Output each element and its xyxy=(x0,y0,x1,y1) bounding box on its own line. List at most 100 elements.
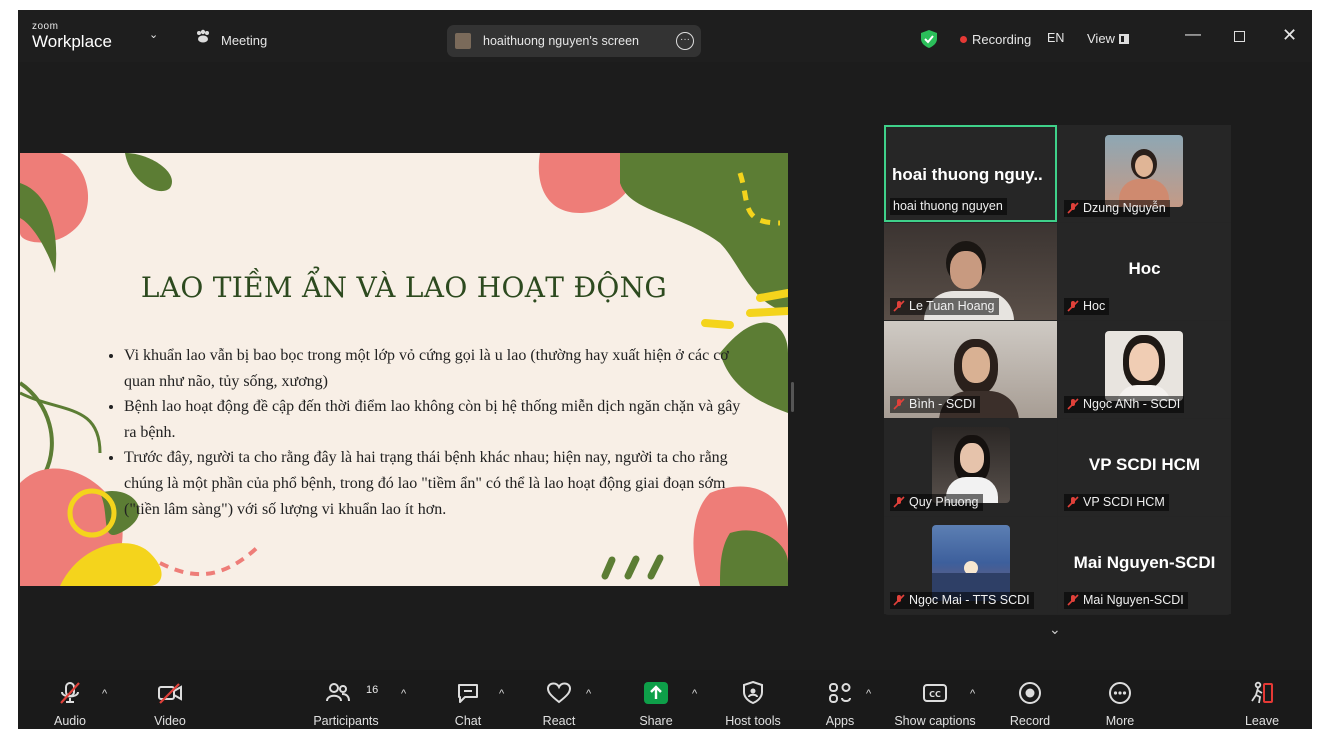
participant-name-label: Ngọc Mai - TTS SCDI xyxy=(890,592,1034,609)
participant-name-label: Bình - SCDI xyxy=(890,396,980,413)
participant-name-label: Dzung Nguyễn xyxy=(1064,200,1170,217)
participant-video xyxy=(1105,331,1183,401)
participant-namecard: VP SCDI HCM xyxy=(1088,455,1201,474)
participant-video xyxy=(1105,135,1183,207)
gallery-next-page-icon[interactable]: ⌄ xyxy=(1049,621,1061,638)
react-options-caret-icon[interactable]: ^ xyxy=(586,688,591,700)
mic-muted-icon xyxy=(60,682,80,704)
zoom-logo: zoom Workplace xyxy=(32,22,112,52)
participant-name: Bình - SCDI xyxy=(909,397,976,411)
participants-icon xyxy=(326,683,350,702)
share-screen-icon xyxy=(644,682,668,704)
audio-button[interactable]: Audio xyxy=(48,670,92,729)
maximize-icon[interactable] xyxy=(1234,31,1245,42)
mic-muted-icon xyxy=(893,594,905,606)
minimize-icon[interactable]: — xyxy=(1185,26,1201,44)
participant-gallery: hoai thuong nguy.. hoai thuong nguyen Dz… xyxy=(884,125,1231,615)
record-button[interactable]: Record xyxy=(1008,670,1052,729)
participant-namecard: Hoc xyxy=(1128,259,1161,278)
participant-tile[interactable]: Dzung Nguyễn xyxy=(1058,125,1231,222)
participant-name-label: Ngọc ANh - SCDI xyxy=(1064,396,1185,413)
screen-share-pill[interactable]: hoaithuong nguyen's screen ··· xyxy=(447,25,701,57)
chat-options-caret-icon[interactable]: ^ xyxy=(499,688,504,700)
mic-muted-icon xyxy=(1067,496,1079,508)
participant-name: Quy Phuong xyxy=(909,495,979,509)
participant-tile[interactable]: Ngọc ANh - SCDI xyxy=(1058,321,1231,418)
more-icon xyxy=(1109,682,1131,704)
participant-name-label: VP SCDI HCM xyxy=(1064,494,1169,511)
mic-muted-icon xyxy=(1067,202,1079,214)
panel-resize-handle[interactable] xyxy=(791,382,794,412)
chat-label: Chat xyxy=(454,714,482,728)
audio-options-caret-icon[interactable]: ^ xyxy=(102,688,107,700)
apps-options-caret-icon[interactable]: ^ xyxy=(866,688,871,700)
participant-name-label: hoai thuong nguyen xyxy=(890,198,1007,215)
participant-name-label: Quy Phuong xyxy=(890,494,983,511)
mic-muted-icon xyxy=(1067,300,1079,312)
participant-name: Dzung Nguyễn xyxy=(1083,201,1166,215)
participant-tile[interactable]: hoai thuong nguy.. hoai thuong nguyen xyxy=(884,125,1057,222)
participant-tile[interactable]: Hoc Hoc xyxy=(1058,223,1231,320)
participant-namecard: hoai thuong nguy.. xyxy=(892,165,1043,184)
participant-name-label: Hoc xyxy=(1064,298,1110,315)
captions-options-caret-icon[interactable]: ^ xyxy=(970,688,975,700)
host-tools-shield-icon xyxy=(743,681,763,705)
participant-name-label: Le Tuan Hoang xyxy=(890,298,999,315)
participant-name: Ngọc Mai - TTS SCDI xyxy=(909,593,1030,607)
show-captions-label: Show captions xyxy=(894,714,976,728)
mic-muted-icon xyxy=(1067,594,1079,606)
close-icon[interactable]: ✕ xyxy=(1282,25,1297,46)
participant-tile[interactable]: Mai Nguyen-SCDI Mai Nguyen-SCDI xyxy=(1058,517,1231,614)
slide-bullet-list: Vi khuẩn lao vẫn bị bao bọc trong một lớ… xyxy=(106,343,744,522)
apps-icon xyxy=(829,683,851,703)
recording-dot-icon xyxy=(960,36,967,43)
chevron-down-icon[interactable]: ⌄ xyxy=(149,28,158,41)
recording-label[interactable]: Recording xyxy=(972,32,1031,47)
meeting-icon[interactable] xyxy=(195,29,209,43)
logo-big-text: Workplace xyxy=(32,32,112,51)
participant-name: Hoc xyxy=(1083,299,1106,313)
leave-label: Leave xyxy=(1244,714,1280,728)
language-label[interactable]: EN xyxy=(1047,31,1064,45)
slide-bullet: Trước đây, người ta cho rằng đây là hai … xyxy=(124,445,744,522)
meeting-label[interactable]: Meeting xyxy=(221,33,267,48)
react-button[interactable]: React xyxy=(537,670,581,729)
participant-name-label: Mai Nguyen-SCDI xyxy=(1064,592,1188,609)
react-label: React xyxy=(542,714,576,728)
participant-tile[interactable]: Ngọc Mai - TTS SCDI xyxy=(884,517,1057,614)
apps-button[interactable]: Apps xyxy=(818,670,862,729)
more-options-icon[interactable]: ··· xyxy=(676,32,694,50)
share-options-caret-icon[interactable]: ^ xyxy=(692,688,697,700)
chat-button[interactable]: Chat xyxy=(446,670,490,729)
participant-tile[interactable]: VP SCDI HCM VP SCDI HCM xyxy=(1058,419,1231,516)
participant-namecard: Mai Nguyen-SCDI xyxy=(1073,553,1216,572)
mic-muted-icon xyxy=(893,300,905,312)
shield-check-icon[interactable] xyxy=(921,30,937,48)
participant-video xyxy=(932,427,1010,503)
logo-small-text: zoom xyxy=(32,21,59,32)
more-button[interactable]: More xyxy=(1098,670,1142,729)
participant-tile[interactable]: Bình - SCDI xyxy=(884,321,1057,418)
presenter-avatar xyxy=(455,33,471,49)
share-button[interactable]: Share xyxy=(634,670,678,729)
video-button[interactable]: Video xyxy=(148,670,192,729)
view-label: View xyxy=(1087,31,1115,46)
participant-tile[interactable]: Le Tuan Hoang xyxy=(884,223,1057,320)
participant-name: Le Tuan Hoang xyxy=(909,299,995,313)
audio-label: Audio xyxy=(54,714,86,728)
participants-options-caret-icon[interactable]: ^ xyxy=(401,688,406,700)
participant-name: VP SCDI HCM xyxy=(1083,495,1165,509)
leave-button[interactable]: Leave xyxy=(1240,670,1284,729)
video-label: Video xyxy=(154,714,186,728)
svg-text:CC: CC xyxy=(929,690,941,699)
participants-count: 16 xyxy=(366,684,379,696)
view-button[interactable]: View xyxy=(1087,31,1129,46)
heart-icon xyxy=(546,682,572,704)
view-grid-icon xyxy=(1118,34,1129,44)
participants-button[interactable]: Participants xyxy=(308,670,384,729)
show-captions-button[interactable]: CC Show captions xyxy=(890,670,980,729)
participant-tile[interactable]: Quy Phuong xyxy=(884,419,1057,516)
host-tools-button[interactable]: Host tools xyxy=(718,670,788,729)
participant-name: Mai Nguyen-SCDI xyxy=(1083,593,1184,607)
host-tools-label: Host tools xyxy=(725,714,781,728)
